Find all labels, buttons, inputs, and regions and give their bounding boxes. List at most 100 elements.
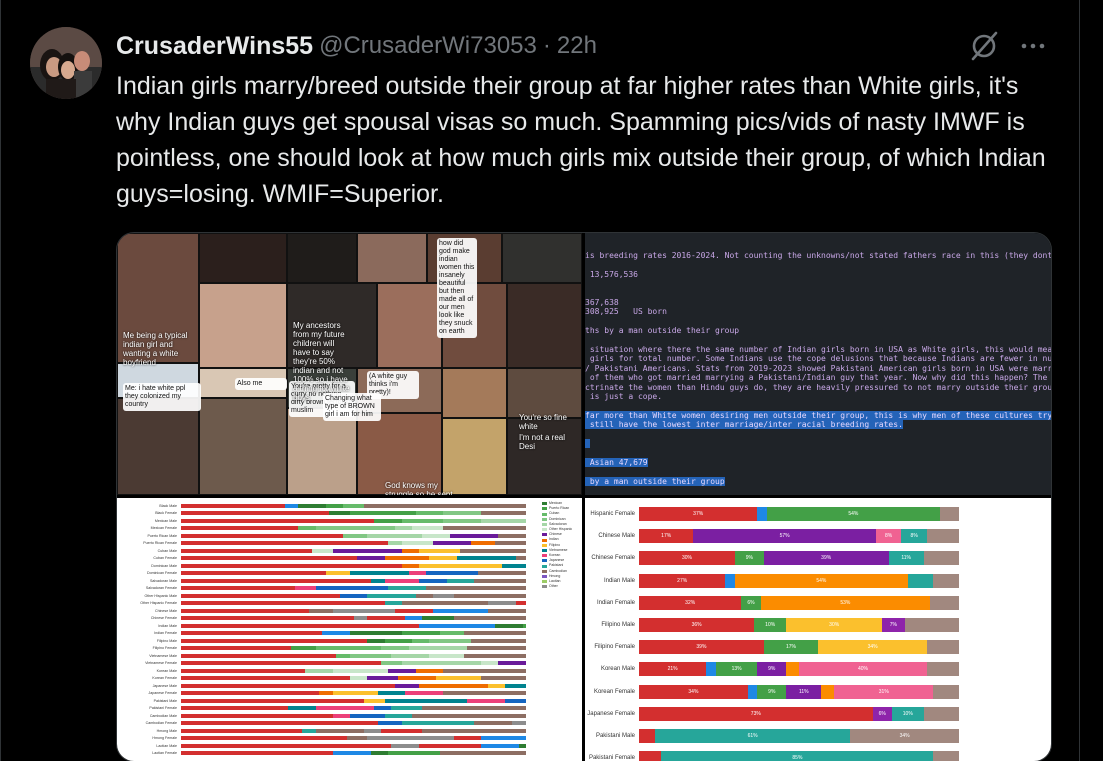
bar-segment [181, 541, 388, 546]
bar-segment [405, 691, 444, 696]
bar-segment [367, 676, 399, 681]
bar-segment [933, 684, 959, 699]
bar-segment [315, 728, 364, 733]
collage-caption: God knows my struggle so he sent me... [385, 481, 453, 495]
bar-segment [181, 526, 299, 531]
terminal-line: is just a cope. [585, 392, 663, 401]
bar-segment [474, 721, 513, 726]
media-image-stacked-bar-chart[interactable]: Black Male Black Female Mexican Male Mexica… [117, 498, 582, 761]
data-label: 9% [768, 688, 776, 695]
category-label: Japanese Female [148, 691, 177, 696]
bar-segment: 40% [798, 662, 927, 677]
media-image-stacked-bar-chart-zoom[interactable]: Hispanic Female 37% 54% Chinese Male 17% 57% 8… [585, 498, 1051, 761]
terminal-line: Asian 47,679 [585, 457, 648, 467]
bar-segment: 30% [639, 551, 735, 566]
category-label: Hmong Female [152, 736, 177, 741]
data-label: 6% [747, 599, 755, 606]
stacked-bar: 36% 10% 30% 7% [639, 618, 959, 633]
chart-row: Indian Male [117, 622, 526, 630]
category-label: Mexican Male [154, 518, 177, 523]
collage-photo [199, 398, 287, 495]
avatar[interactable] [30, 27, 102, 99]
data-label: 9% [745, 555, 754, 562]
bar-segment [505, 683, 526, 688]
stacked-bar [181, 661, 526, 666]
chart-row: Mexican Male [117, 517, 526, 525]
data-label: 8% [910, 533, 918, 540]
category-label: Korean Male [156, 668, 177, 673]
bar-segment [394, 683, 420, 688]
category-label: Korean Male [600, 666, 635, 673]
bar-segment [181, 623, 399, 628]
bar-segment [401, 548, 420, 553]
category-label: Pakistani Female [588, 755, 635, 761]
chart-intermarriage-asian: Hispanic Female 37% 54% Chinese Male 17% 57% 8… [585, 498, 1051, 761]
bar-segment [181, 616, 354, 621]
bar-segment [412, 713, 461, 718]
bar-segment [422, 616, 454, 621]
bar-segment [429, 638, 471, 643]
bar-segment [356, 556, 385, 561]
bar-segment [419, 743, 482, 748]
bar-segment [401, 721, 475, 726]
bar-segment: 9% [757, 684, 787, 699]
bar-segment [415, 668, 444, 673]
bar-segment [904, 618, 959, 633]
bar-segment [432, 541, 471, 546]
stacked-bar: 61% 34% [639, 729, 959, 744]
category-label: Hmong Male [156, 728, 177, 733]
bar-segment [181, 638, 368, 643]
category-label: Hispanic Female [590, 511, 635, 518]
stacked-bar [181, 706, 526, 711]
chart-row: Hmong Male [117, 727, 526, 735]
category-label: Black Female [155, 511, 177, 516]
display-name[interactable]: CrusaderWins55 [116, 32, 313, 61]
data-label: 31% [878, 688, 889, 695]
bar-segment [181, 751, 316, 756]
tweet-header: CrusaderWins55 @CrusaderWi73053 · 22h [116, 28, 597, 64]
stacked-bar [181, 653, 526, 658]
bar-segment [181, 653, 337, 658]
legend-swatch [542, 512, 547, 516]
stacked-bar: 32% 6% 53% [639, 595, 959, 610]
legend-swatch [542, 538, 547, 542]
user-handle[interactable]: @CrusaderWi73053 [319, 32, 537, 60]
bar-segment [305, 668, 333, 673]
bar-segment [930, 595, 959, 610]
bar-segment [821, 684, 835, 699]
bar-segment [477, 571, 526, 576]
bar-segment [467, 698, 506, 703]
bar-segment [443, 668, 526, 673]
bar-segment [467, 646, 526, 651]
chart-row: Japanese Female 73% 6% 10% [585, 703, 959, 725]
bar-segment: 8% [901, 529, 927, 544]
bar-segment [350, 713, 385, 718]
bar-segment [429, 556, 457, 561]
bar-segment: 54% [734, 573, 908, 588]
stacked-bar [181, 541, 526, 546]
chart-legend: Mexican Puerto Rican Cuban Dominican Salvado… [542, 501, 572, 589]
timestamp[interactable]: 22h [557, 32, 597, 60]
bar-segment [181, 698, 364, 703]
bar-segment [470, 586, 526, 591]
stacked-bar [181, 616, 526, 621]
bar-segment [706, 662, 716, 677]
category-label: Other Hispanic Male [144, 593, 177, 598]
bar-segment [470, 541, 495, 546]
more-options-button[interactable] [1015, 28, 1051, 64]
legend-swatch [542, 585, 547, 589]
chart-row: Korean Male [117, 667, 526, 675]
bar-segment [181, 721, 378, 726]
grok-button[interactable] [965, 28, 1003, 64]
media-image-terminal[interactable]: is breeding rates 2016-2024. Not countin… [585, 233, 1051, 495]
timeline-border-left [0, 0, 1, 761]
category-label: Laotian Female [152, 751, 177, 756]
media-image-collage[interactable]: Me being a typical indian girl and wanti… [117, 233, 582, 495]
bar-segment [367, 593, 416, 598]
tweet-media-grid[interactable]: Me being a typical indian girl and wanti… [116, 232, 1052, 761]
bar-segment [388, 541, 402, 546]
bar-segment [301, 728, 316, 733]
bar-segment: 6% [741, 595, 761, 610]
bar-segment: 27% [639, 573, 726, 588]
stacked-bar [181, 593, 526, 598]
